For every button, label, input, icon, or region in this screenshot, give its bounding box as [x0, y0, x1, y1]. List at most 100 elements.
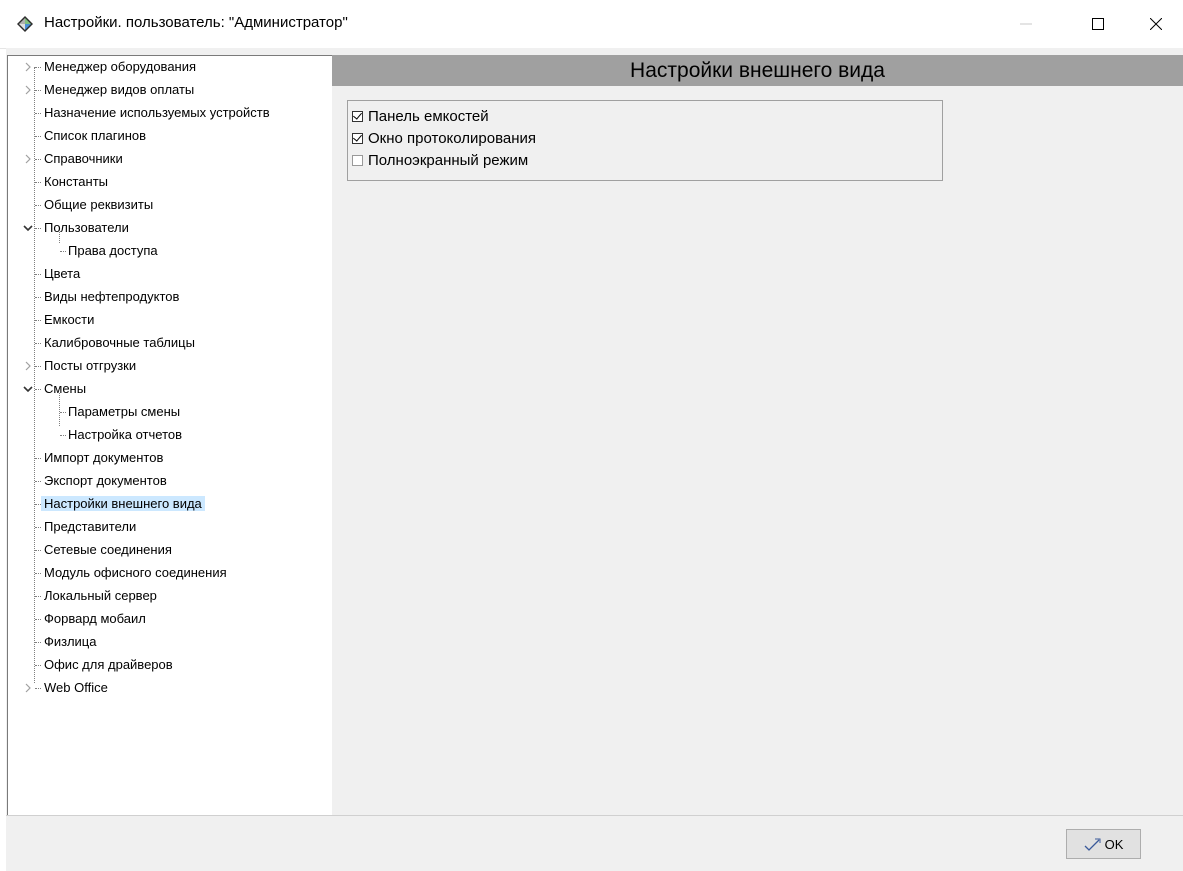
tree-item[interactable]: Локальный сервер — [41, 585, 160, 607]
tree-item-label: Импорт документов — [44, 450, 164, 465]
tree-item[interactable]: Представители — [41, 516, 139, 538]
tree-item-label: Общие реквизиты — [44, 197, 154, 212]
tree-item[interactable]: Права доступа — [65, 240, 161, 262]
tree-connector — [35, 688, 41, 689]
tree-item-label: Список плагинов — [44, 128, 147, 143]
tree-connector — [35, 573, 41, 574]
tree-item[interactable]: Калибровочные таблицы — [41, 332, 198, 354]
checkbox-log-window[interactable] — [352, 132, 363, 144]
tree-item[interactable]: Константы — [41, 171, 111, 193]
tree-connector — [35, 67, 41, 68]
tree-item[interactable]: Менеджер оборудования — [41, 56, 199, 78]
tree-item[interactable]: Смены — [41, 378, 89, 400]
tree-item[interactable]: Настройка отчетов — [65, 424, 185, 446]
tree-item-label: Локальный сервер — [44, 588, 157, 603]
tree-item[interactable]: Web Office — [41, 677, 111, 699]
tree-connector — [35, 596, 41, 597]
tree-item[interactable]: Форвард мобаил — [41, 608, 149, 630]
appearance-settings-panel: Настройки внешнего вида Панель емкостей … — [332, 55, 1183, 815]
maximize-button[interactable] — [1075, 0, 1121, 48]
tree-item[interactable]: Параметры смены — [65, 401, 183, 423]
tree-connector — [35, 366, 41, 367]
minimize-icon — [1020, 23, 1032, 25]
options-group: Панель емкостей Окно протоколирования По… — [347, 100, 943, 181]
tree-connector — [35, 136, 41, 137]
tree-item[interactable]: Пользователи — [41, 217, 132, 239]
tree-item[interactable]: Сетевые соединения — [41, 539, 175, 561]
app-diamond-icon — [17, 16, 33, 32]
chevron-right-icon[interactable] — [22, 148, 34, 170]
tree-connector — [35, 228, 41, 229]
tree-connector — [35, 320, 41, 321]
tree-connector — [35, 481, 41, 482]
window-title: Настройки. пользователь: "Администратор" — [44, 14, 348, 31]
tree-item[interactable]: Виды нефтепродуктов — [41, 286, 182, 308]
tree-item-label: Пользователи — [44, 220, 129, 235]
chevron-down-icon[interactable] — [22, 378, 34, 400]
tree-connector — [60, 412, 66, 413]
tree-connector — [35, 297, 41, 298]
tree-connector — [60, 251, 66, 252]
tree-item-label: Менеджер видов оплаты — [44, 82, 195, 97]
tree-connector — [35, 550, 41, 551]
tree-connector — [35, 389, 41, 390]
tree-item[interactable]: Экспорт документов — [41, 470, 170, 492]
minimize-button[interactable] — [1003, 0, 1049, 48]
tree-item-label: Цвета — [44, 266, 81, 281]
tree-item[interactable]: Офис для драйверов — [41, 654, 176, 676]
tree-item[interactable]: Модуль офисного соединения — [41, 562, 230, 584]
tree-item[interactable]: Список плагинов — [41, 125, 149, 147]
ok-button[interactable]: OK — [1066, 829, 1141, 859]
tree-connector — [35, 90, 41, 91]
tree-item[interactable]: Менеджер видов оплаты — [41, 79, 197, 101]
tree-item-label: Сетевые соединения — [44, 542, 172, 557]
tree-item[interactable]: Импорт документов — [41, 447, 166, 469]
tree-item-label: Настройка отчетов — [68, 427, 183, 442]
settings-tree[interactable]: Менеджер оборудования Менеджер видов опла… — [7, 55, 333, 817]
checkbox-fullscreen[interactable] — [352, 154, 363, 166]
panel-title: Настройки внешнего вида — [332, 55, 1183, 86]
chevron-right-icon[interactable] — [22, 79, 34, 101]
chevron-right-icon[interactable] — [22, 56, 34, 78]
tree-item-label: Посты отгрузки — [44, 358, 137, 373]
option-fullscreen[interactable]: Полноэкранный режим — [352, 150, 528, 170]
tree-connector — [35, 619, 41, 620]
tree-item-label: Смены — [44, 381, 87, 396]
tree-item-label: Виды нефтепродуктов — [44, 289, 180, 304]
tree-item-label: Web Office — [44, 680, 108, 695]
chevron-right-icon[interactable] — [22, 355, 34, 377]
tree-item[interactable]: Настройки внешнего вида — [41, 493, 205, 515]
tree-item-label: Константы — [44, 174, 108, 189]
option-log-window[interactable]: Окно протоколирования — [352, 128, 536, 148]
tree-item[interactable]: Справочники — [41, 148, 126, 170]
close-icon — [1150, 18, 1162, 30]
tree-item-label: Емкости — [44, 312, 95, 327]
option-label: Панель емкостей — [368, 107, 489, 125]
tree-item-label: Офис для драйверов — [44, 657, 173, 672]
tree-item-label: Форвард мобаил — [44, 611, 146, 626]
tree-item[interactable]: Емкости — [41, 309, 97, 331]
tree-item[interactable]: Назначение используемых устройств — [41, 102, 273, 124]
checkbox-capacity-panel[interactable] — [352, 110, 363, 122]
pencil-check-icon — [1084, 838, 1101, 851]
close-button[interactable] — [1133, 0, 1179, 48]
tree-item-label: Физлица — [44, 634, 97, 649]
tree-connector — [60, 435, 66, 436]
tree-item-label: Параметры смены — [68, 404, 181, 419]
tree-connector — [35, 182, 41, 183]
tree-connector — [35, 274, 41, 275]
tree-connector — [35, 159, 41, 160]
tree-item[interactable]: Физлица — [41, 631, 99, 653]
tree-connector — [35, 665, 41, 666]
tree-item[interactable]: Общие реквизиты — [41, 194, 156, 216]
tree-item[interactable]: Цвета — [41, 263, 83, 285]
dialog-footer — [6, 815, 1183, 871]
chevron-down-icon[interactable] — [22, 217, 34, 239]
tree-connector — [35, 113, 41, 114]
tree-item[interactable]: Посты отгрузки — [41, 355, 139, 377]
option-capacity-panel[interactable]: Панель емкостей — [352, 106, 489, 126]
tree-connector — [35, 642, 41, 643]
tree-connector — [35, 205, 41, 206]
tree-item-label: Справочники — [44, 151, 123, 166]
chevron-right-icon[interactable] — [22, 677, 34, 699]
